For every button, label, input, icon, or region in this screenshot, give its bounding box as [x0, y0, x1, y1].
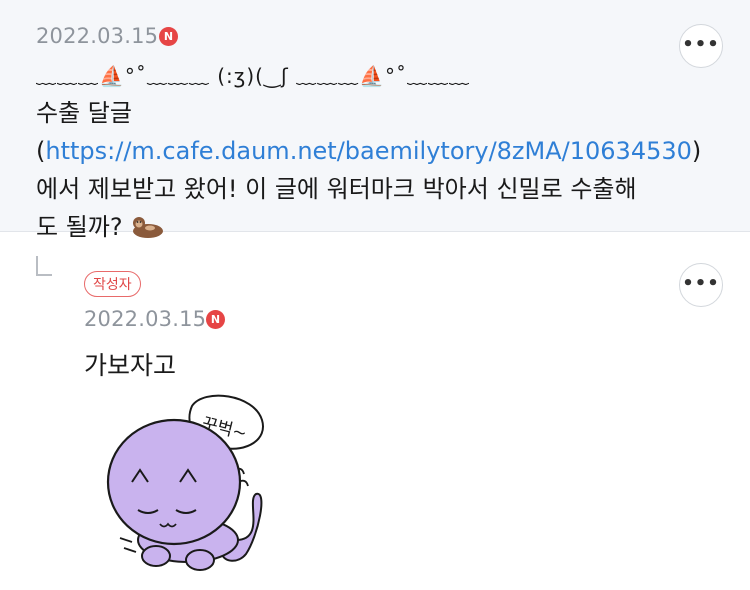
- comment-body: 수출 달글 (https://m.cafe.daum.net/baemilyto…: [36, 94, 701, 246]
- author-badge: 작성자: [84, 271, 141, 297]
- otter-icon: [133, 217, 164, 238]
- comment-top: 2022.03.15 N ••• ﹏﹏﹏⛵°˚﹏﹏﹏ (:ʒ)(‿ʃ ﹏﹏﹏⛵°…: [0, 0, 750, 241]
- bowing-cat-sticker: 꾸벅~: [106, 394, 264, 571]
- reply-date: 2022.03.15: [84, 307, 207, 331]
- more-options-button[interactable]: •••: [679, 24, 723, 68]
- more-icon: •••: [682, 273, 720, 294]
- reply-text: 가보자고: [84, 351, 177, 380]
- decorative-text-line: ﹏﹏﹏⛵°˚﹏﹏﹏ (:ʒ)(‿ʃ ﹏﹏﹏⛵°˚﹏﹏﹏: [36, 64, 471, 88]
- more-icon: •••: [682, 34, 720, 55]
- comment-date: 2022.03.15: [36, 24, 159, 48]
- cafe-link[interactable]: https://m.cafe.daum.net/baemilytory/8zMA…: [45, 137, 692, 165]
- reply-new-badge: N: [206, 310, 225, 329]
- reply-more-options-button[interactable]: •••: [679, 263, 723, 307]
- reply-indicator-icon: [36, 256, 52, 276]
- new-badge: N: [159, 27, 178, 46]
